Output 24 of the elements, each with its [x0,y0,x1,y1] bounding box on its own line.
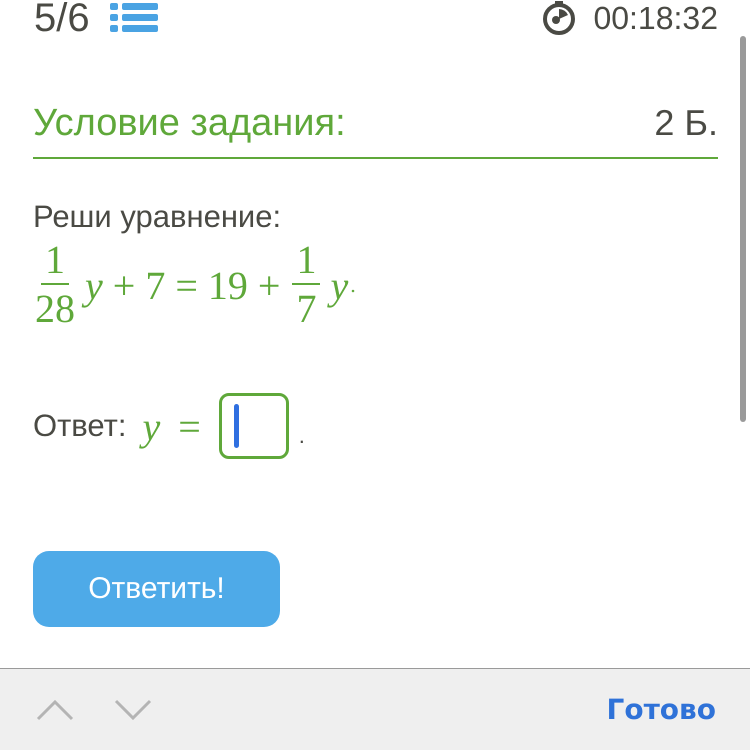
question-counter: 5/6 [34,0,90,38]
operator: = [175,262,198,308]
answer-label: Ответ: [33,408,126,444]
up-chevron-icon[interactable] [36,698,74,720]
stopwatch-icon [541,0,578,36]
fraction: 1 28 [35,239,75,331]
done-button[interactable]: Готово [606,693,716,726]
operator: + [258,262,280,308]
number: 19 [208,262,248,308]
scrollbar[interactable] [740,36,746,422]
operator: = [178,402,201,450]
submit-button[interactable]: Ответить! [33,551,280,627]
operator: + [112,262,136,308]
list-icon[interactable] [110,3,158,33]
down-chevron-icon[interactable] [114,698,152,720]
answer-field[interactable] [218,393,289,459]
task-prompt: Реши уравнение: [33,199,282,235]
task-title: Условие задания: [33,102,346,145]
period: . [298,423,305,449]
timer: 00:18:32 [593,0,718,36]
number: 7 [145,262,166,308]
fraction: 1 7 [292,239,320,331]
points: 2 Б. [654,102,718,144]
period: . [350,272,356,298]
